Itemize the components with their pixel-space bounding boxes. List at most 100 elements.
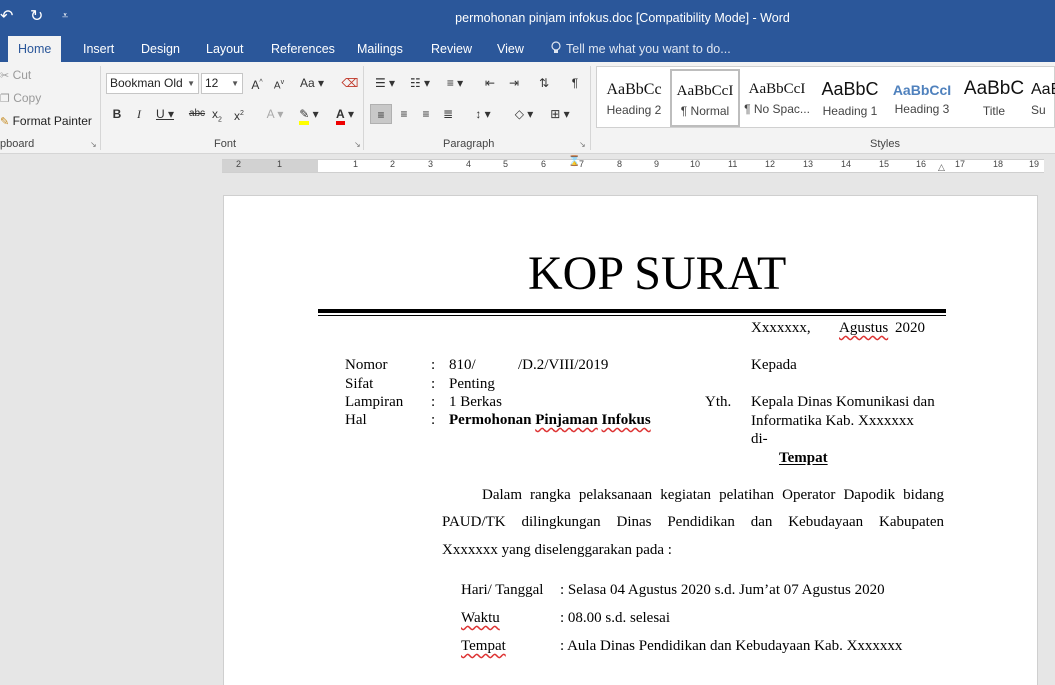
style-name: ¶ No Spac... [744, 102, 810, 116]
underline-icon[interactable]: U ▾ [152, 104, 178, 124]
separator [590, 66, 591, 150]
format-painter-button[interactable]: ✎ Format Painter [0, 114, 92, 128]
increase-indent-icon[interactable]: ⇥ [503, 73, 525, 93]
lightbulb-icon [551, 41, 561, 53]
style-heading-1[interactable]: AaBbC Heading 1 [815, 69, 885, 127]
highlight-color-icon[interactable]: ✎ ▾ [294, 104, 324, 125]
style-name: Title [982, 104, 1006, 118]
recipient-line-2: Informatika Kab. Xxxxxxx [751, 413, 914, 429]
ruler-number: 2 [390, 159, 396, 169]
align-right-icon[interactable]: ≡ [415, 104, 437, 124]
font-name-combo[interactable]: Bookman Old ▼ [106, 73, 199, 94]
multilevel-list-icon[interactable]: ≡ ▾ [440, 73, 470, 93]
cut-label: Cut [12, 68, 32, 82]
style-name: Su [1031, 103, 1046, 117]
tab-references[interactable]: References [261, 36, 345, 62]
style-name: Heading 1 [822, 104, 878, 118]
superscript-icon[interactable]: x2 [231, 104, 247, 124]
styles-group-label: Styles [870, 138, 900, 150]
numbering-icon[interactable]: ☷ ▾ [405, 73, 435, 93]
hal-part-2: Infokus [601, 412, 651, 428]
nomor-label: Nomor [345, 357, 388, 373]
style-name: Heading 3 [894, 102, 950, 116]
shading-icon[interactable]: ◇ ▾ [508, 104, 540, 124]
show-formatting-icon[interactable]: ¶ [564, 73, 586, 93]
horizontal-ruler[interactable]: 2 1 1 2 3 4 5 6 7 8 9 10 11 12 13 14 15 … [222, 156, 1044, 173]
copy-label: Copy [13, 91, 42, 105]
tempat-value: : Aula Dinas Pendidikan dan Kebudayaan K… [560, 638, 903, 654]
tell-me-box[interactable]: Tell me what you want to do... [550, 36, 731, 62]
bold-icon[interactable]: B [109, 104, 125, 124]
title-bar: ↶ ↻ ⩡ permohonan pinjam infokus.doc [Com… [0, 0, 1055, 36]
italic-icon[interactable]: I [131, 104, 147, 124]
borders-icon[interactable]: ⊞ ▾ [545, 104, 575, 124]
ribbon-tabs: Home Insert Design Layout References Mai… [0, 36, 1055, 62]
separator [100, 66, 101, 150]
vertical-scrollbar[interactable] [1048, 175, 1055, 685]
bullets-icon[interactable]: ☰ ▾ [370, 73, 400, 93]
sifat-value: Penting [449, 376, 495, 392]
clear-formatting-icon[interactable]: ⌫ [340, 73, 360, 93]
font-group-label: Font [214, 138, 237, 150]
ruler-number: 18 [993, 159, 1004, 169]
style-title[interactable]: AaBbC Title [959, 69, 1029, 127]
clipboard-group-label: pboard [0, 138, 35, 150]
tab-design[interactable]: Design [131, 36, 190, 62]
style-heading-3[interactable]: AaBbCcI Heading 3 [887, 69, 957, 127]
first-line-indent-marker[interactable]: ⌛ [568, 156, 580, 167]
style-preview: AaBb [1031, 81, 1055, 98]
ruler-number: 5 [503, 159, 509, 169]
tab-view[interactable]: View [487, 36, 534, 62]
hal-label: Hal [345, 412, 367, 428]
hal-value: Permohonan Pinjaman Infokus [449, 412, 651, 429]
body-paragraph-line-1: Dalam rangka pelaksanaan kegiatan pelati… [482, 487, 944, 503]
strikethrough-icon[interactable]: abc [187, 104, 207, 124]
grow-font-icon[interactable]: A^ [248, 73, 266, 93]
font-size-combo[interactable]: 12 ▼ [201, 73, 243, 94]
colon: : [431, 394, 436, 410]
ruler-number: 4 [466, 159, 472, 169]
style-preview: AaBbCcI [748, 81, 806, 97]
line-spacing-icon[interactable]: ↕ ▾ [468, 104, 498, 124]
cut-button[interactable]: ✂ Cut [0, 68, 31, 82]
copy-button[interactable]: ❐ Copy [0, 91, 41, 105]
ruler-number: 2 [236, 159, 242, 169]
decrease-indent-icon[interactable]: ⇤ [479, 73, 501, 93]
style-normal[interactable]: AaBbCcI ¶ Normal [670, 69, 740, 127]
nomor-value-a: 810/ [449, 357, 476, 373]
style-no-spacing[interactable]: AaBbCcI ¶ No Spac... [742, 69, 812, 127]
tab-layout[interactable]: Layout [196, 36, 254, 62]
letter-month: Agustus [839, 320, 889, 336]
tab-review[interactable]: Review [421, 36, 482, 62]
style-name: ¶ Normal [680, 104, 730, 118]
ruler-number: 13 [803, 159, 814, 169]
ruler-number: 1 [353, 159, 359, 169]
tab-home[interactable]: Home [8, 36, 62, 62]
yth-label: Yth. [705, 394, 732, 410]
shrink-font-icon[interactable]: Av [270, 73, 288, 93]
align-center-icon[interactable]: ≡ [393, 104, 415, 124]
tab-insert[interactable]: Insert [73, 36, 124, 62]
ruler-number: 15 [879, 159, 890, 169]
text-effects-icon[interactable]: A ▾ [262, 104, 288, 124]
style-heading-2[interactable]: AaBbCc Heading 2 [599, 69, 669, 127]
subscript-icon[interactable]: x2 [209, 104, 225, 124]
font-name-value: Bookman Old [110, 76, 183, 90]
sifat-label: Sifat [345, 376, 374, 392]
paragraph-launcher-icon[interactable]: ↘ [579, 140, 586, 149]
hari-value: : Selasa 04 Agustus 2020 s.d. Jum’at 07 … [560, 582, 885, 598]
font-color-icon[interactable]: A ▾ [330, 104, 360, 125]
change-case-icon[interactable]: Aa ▾ [297, 73, 327, 93]
tab-mailings[interactable]: Mailings [347, 36, 413, 62]
document-page[interactable]: KOP SURAT Xxxxxxx, Agustus 2020 Nomor Si… [223, 195, 1038, 685]
right-indent-marker[interactable]: △ [938, 162, 945, 173]
body-paragraph-line-2: PAUD/TK dilingkungan Dinas Pendidikan da… [442, 514, 944, 530]
align-left-icon[interactable]: ≡ [370, 104, 392, 124]
colon: : [431, 357, 436, 373]
justify-icon[interactable]: ≣ [437, 104, 459, 124]
sort-icon[interactable]: ⇅ [533, 73, 555, 93]
style-subtitle[interactable]: AaBb Su [1031, 69, 1055, 127]
clipboard-launcher-icon[interactable]: ↘ [90, 140, 97, 149]
font-launcher-icon[interactable]: ↘ [354, 140, 361, 149]
ruler-number: 14 [841, 159, 852, 169]
